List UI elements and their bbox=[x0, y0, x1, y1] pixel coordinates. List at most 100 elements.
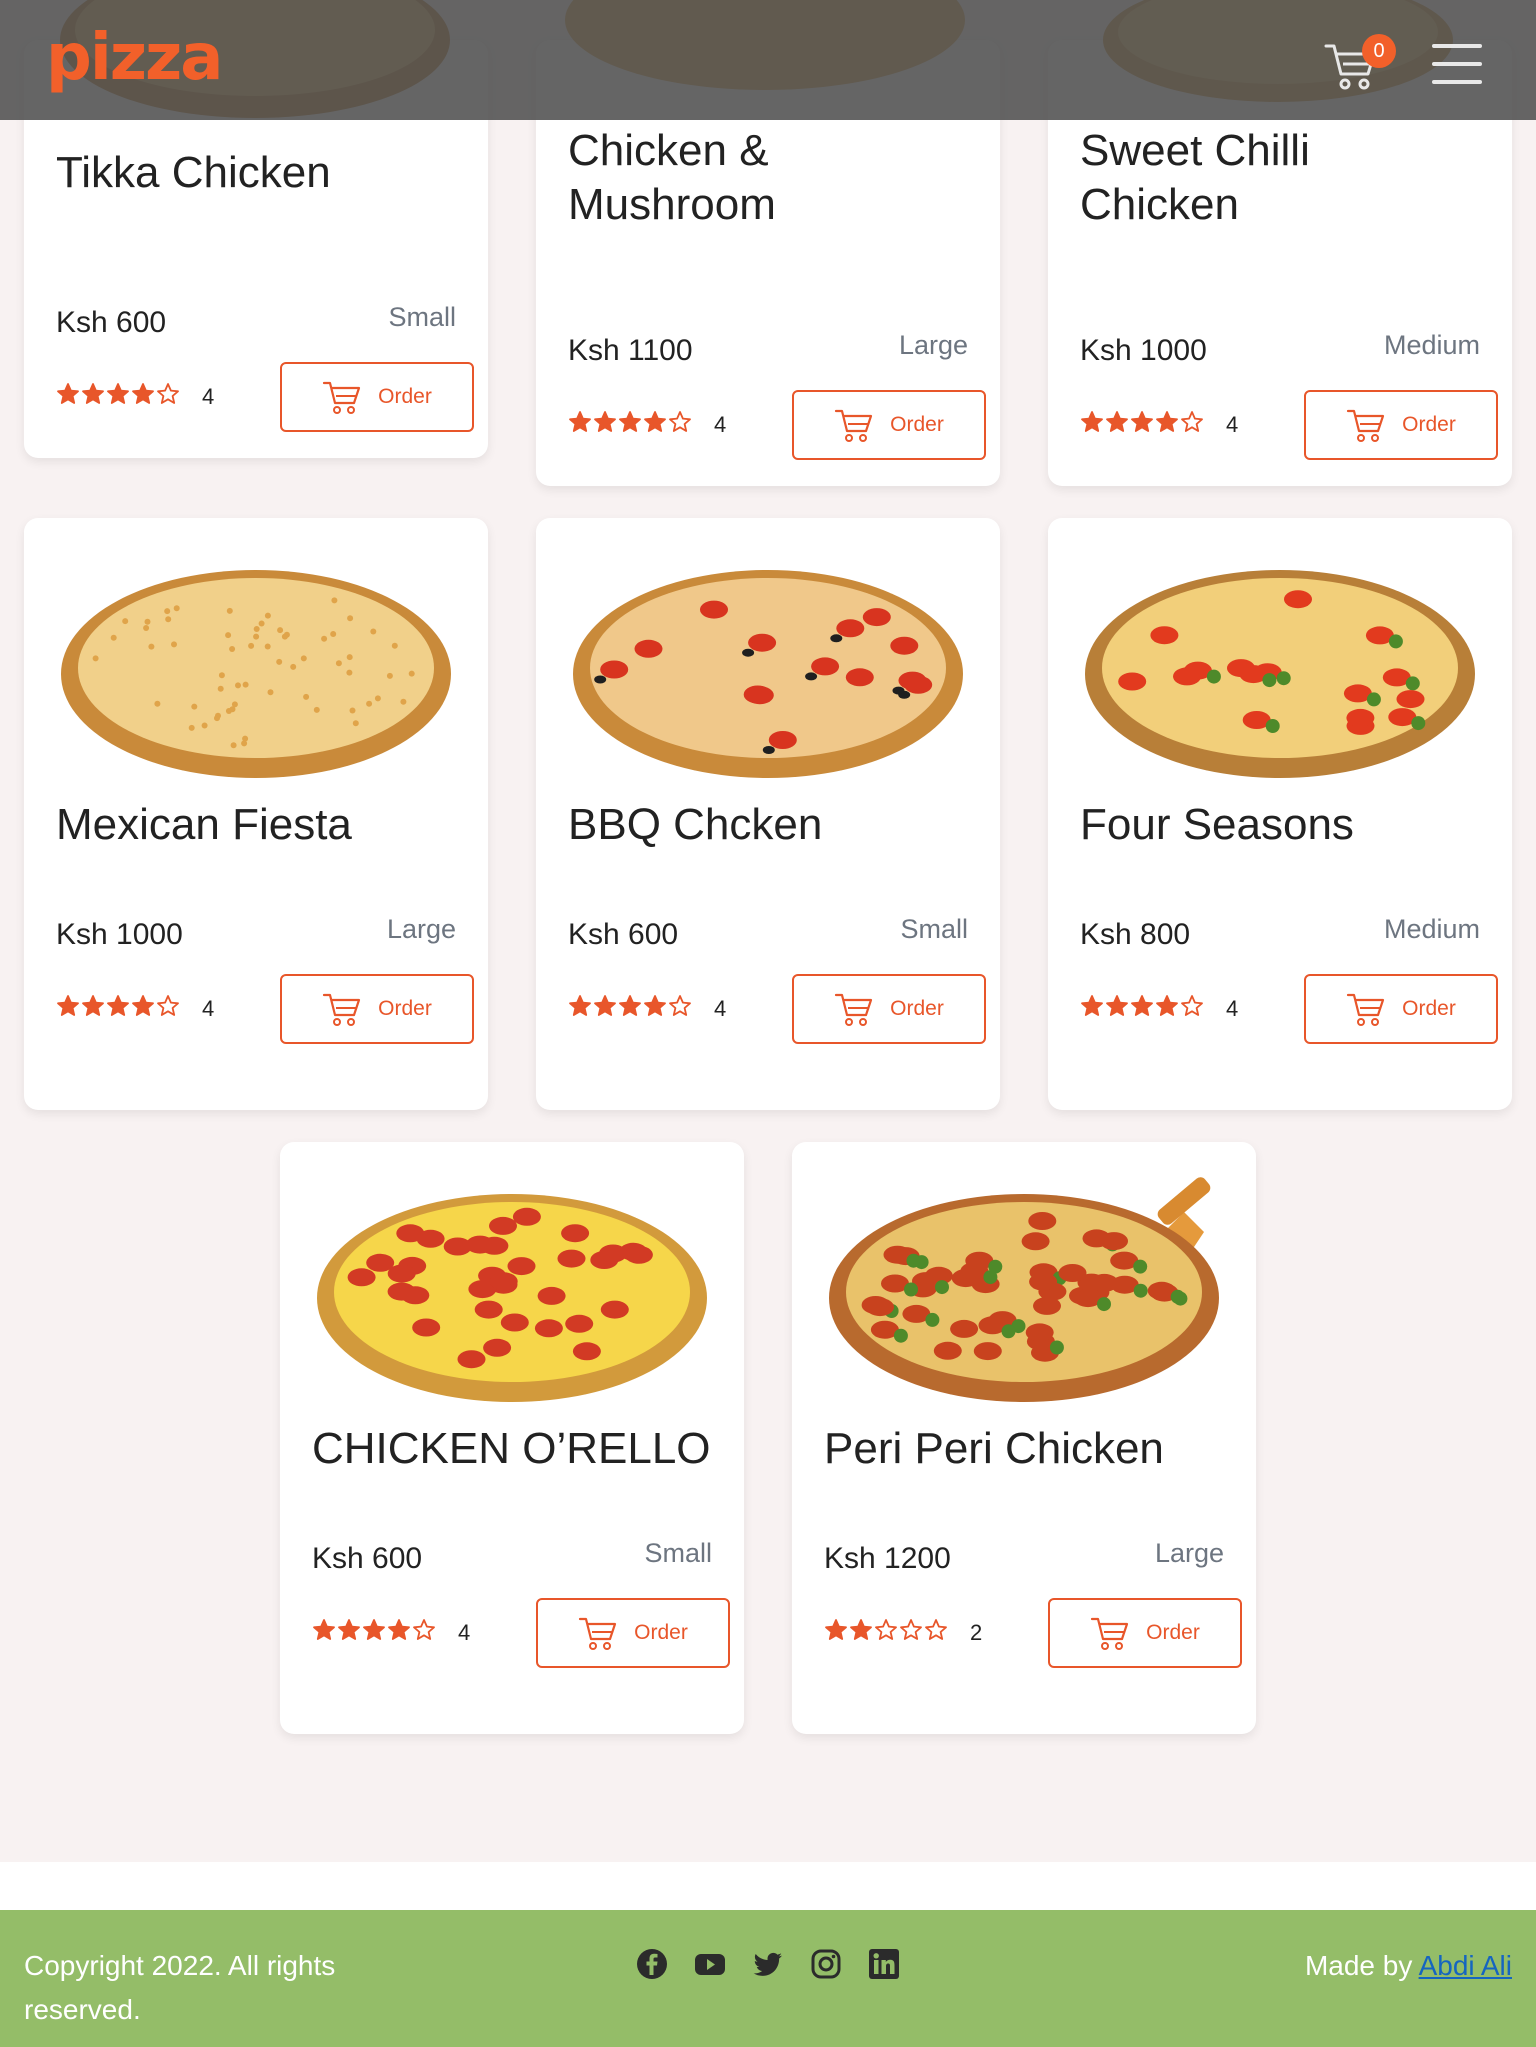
cart-icon bbox=[323, 993, 361, 1026]
pizza-size: Large bbox=[386, 914, 456, 944]
pizza-image bbox=[1080, 548, 1480, 792]
star-filled-icon bbox=[594, 411, 616, 432]
star-filled-icon bbox=[1156, 995, 1178, 1016]
pizza-name: BBQ Chcken bbox=[568, 800, 823, 849]
order-button[interactable]: Order bbox=[1304, 974, 1498, 1044]
pizza-price: Ksh 1200 bbox=[824, 1542, 951, 1575]
order-button[interactable]: Order bbox=[792, 974, 986, 1044]
order-label: Order bbox=[1402, 997, 1456, 1020]
cart-icon bbox=[1347, 409, 1385, 442]
star-filled-icon bbox=[1081, 411, 1103, 432]
pizza-name: Tikka Chicken bbox=[56, 148, 331, 197]
pizza-name: Mexican Fiesta bbox=[56, 800, 352, 849]
order-button[interactable]: Order bbox=[1048, 1598, 1242, 1668]
order-label: Order bbox=[1402, 413, 1456, 436]
pizza-price: Ksh 600 bbox=[56, 306, 167, 339]
pizza-name: CHICKEN O’RELLO bbox=[312, 1424, 711, 1473]
cart-icon bbox=[835, 993, 873, 1026]
pizza-size: Small bbox=[900, 914, 968, 944]
star-filled-icon bbox=[1081, 995, 1103, 1016]
cart-count-badge: 0 bbox=[1362, 34, 1396, 68]
rating-value: 4 bbox=[458, 1620, 471, 1645]
pizza-price: Ksh 600 bbox=[568, 918, 679, 951]
youtube-icon[interactable] bbox=[694, 1948, 726, 1980]
pizza-price: Ksh 600 bbox=[312, 1542, 423, 1575]
star-filled-icon bbox=[1131, 411, 1153, 432]
rating-value: 2 bbox=[970, 1620, 983, 1645]
order-label: Order bbox=[890, 413, 944, 436]
star-rating bbox=[568, 994, 693, 1024]
star-filled-icon bbox=[850, 1619, 872, 1640]
star-filled-icon bbox=[132, 383, 154, 404]
pizza-size: Small bbox=[644, 1538, 712, 1568]
star-filled-icon bbox=[825, 1619, 847, 1640]
star-filled-icon bbox=[132, 995, 154, 1016]
star-filled-icon bbox=[644, 995, 666, 1016]
rating-value: 4 bbox=[202, 996, 215, 1021]
star-filled-icon bbox=[57, 383, 79, 404]
facebook-icon[interactable] bbox=[636, 1948, 668, 1980]
star-filled-icon bbox=[644, 411, 666, 432]
instagram-icon[interactable] bbox=[810, 1948, 842, 1980]
pizza-card: CHICKEN O’RELLO Ksh 600 Small 4 Order bbox=[280, 1142, 744, 1734]
order-button[interactable]: Order bbox=[280, 974, 474, 1044]
star-empty-icon bbox=[157, 383, 179, 404]
star-empty-icon bbox=[900, 1619, 922, 1640]
star-filled-icon bbox=[619, 995, 641, 1016]
twitter-icon[interactable] bbox=[752, 1948, 784, 1980]
pizza-size: Large bbox=[898, 330, 968, 360]
footer-spacer bbox=[0, 1862, 1536, 1910]
star-rating bbox=[1080, 410, 1205, 440]
star-filled-icon bbox=[388, 1619, 410, 1640]
pizza-price: Ksh 1100 bbox=[568, 334, 693, 367]
star-filled-icon bbox=[338, 1619, 360, 1640]
cart-icon bbox=[579, 1617, 617, 1650]
star-empty-icon bbox=[669, 411, 691, 432]
star-rating bbox=[56, 994, 181, 1024]
star-empty-icon bbox=[157, 995, 179, 1016]
pizza-size: Large bbox=[1154, 1538, 1224, 1568]
pizza-image bbox=[568, 548, 968, 792]
pizza-card: Mexican Fiesta Ksh 1000 Large 4 Order bbox=[24, 518, 488, 1110]
star-empty-icon bbox=[925, 1619, 947, 1640]
rating-value: 4 bbox=[1226, 412, 1239, 437]
star-filled-icon bbox=[619, 411, 641, 432]
site-header: pizza 0 bbox=[0, 0, 1536, 120]
cart-icon bbox=[1091, 1617, 1129, 1650]
pizza-name: Chicken & Mushroom bbox=[568, 126, 776, 229]
star-rating bbox=[824, 1618, 949, 1648]
pizza-logo[interactable]: pizza bbox=[46, 26, 223, 90]
pizza-price: Ksh 800 bbox=[1080, 918, 1191, 951]
rating-value: 4 bbox=[1226, 996, 1239, 1021]
order-label: Order bbox=[378, 997, 432, 1020]
pizza-size: Medium bbox=[1383, 914, 1480, 944]
pizza-card: Four Seasons Ksh 800 Medium 4 Order bbox=[1048, 518, 1512, 1110]
order-button[interactable]: Order bbox=[792, 390, 986, 460]
star-filled-icon bbox=[82, 383, 104, 404]
star-filled-icon bbox=[1156, 411, 1178, 432]
order-label: Order bbox=[378, 385, 432, 408]
pizza-card: Peri Peri Chicken Ksh 1200 Large 2 Order bbox=[792, 1142, 1256, 1734]
star-filled-icon bbox=[82, 995, 104, 1016]
rating-value: 4 bbox=[202, 384, 215, 409]
linkedin-icon[interactable] bbox=[868, 1948, 900, 1980]
order-button[interactable]: Order bbox=[280, 362, 474, 432]
copyright-text: Copyright 2022. All rights reserved. bbox=[24, 1950, 336, 2025]
cart-icon bbox=[835, 409, 873, 442]
star-empty-icon bbox=[1181, 995, 1203, 1016]
pizza-price: Ksh 1000 bbox=[56, 918, 183, 951]
cart-button[interactable]: 0 bbox=[1324, 34, 1396, 96]
star-rating bbox=[312, 1618, 437, 1648]
order-label: Order bbox=[1146, 1621, 1200, 1644]
order-button[interactable]: Order bbox=[536, 1598, 730, 1668]
star-empty-icon bbox=[669, 995, 691, 1016]
pizza-name: Sweet Chilli Chicken bbox=[1080, 126, 1310, 229]
author-link[interactable]: Abdi Ali bbox=[1419, 1950, 1512, 1981]
star-filled-icon bbox=[1106, 411, 1128, 432]
pizza-size: Small bbox=[388, 302, 456, 332]
star-filled-icon bbox=[107, 383, 129, 404]
order-button[interactable]: Order bbox=[1304, 390, 1498, 460]
order-label: Order bbox=[634, 1621, 688, 1644]
hamburger-menu-icon[interactable] bbox=[1432, 44, 1482, 84]
pizza-card: BBQ Chcken Ksh 600 Small 4 Order bbox=[536, 518, 1000, 1110]
